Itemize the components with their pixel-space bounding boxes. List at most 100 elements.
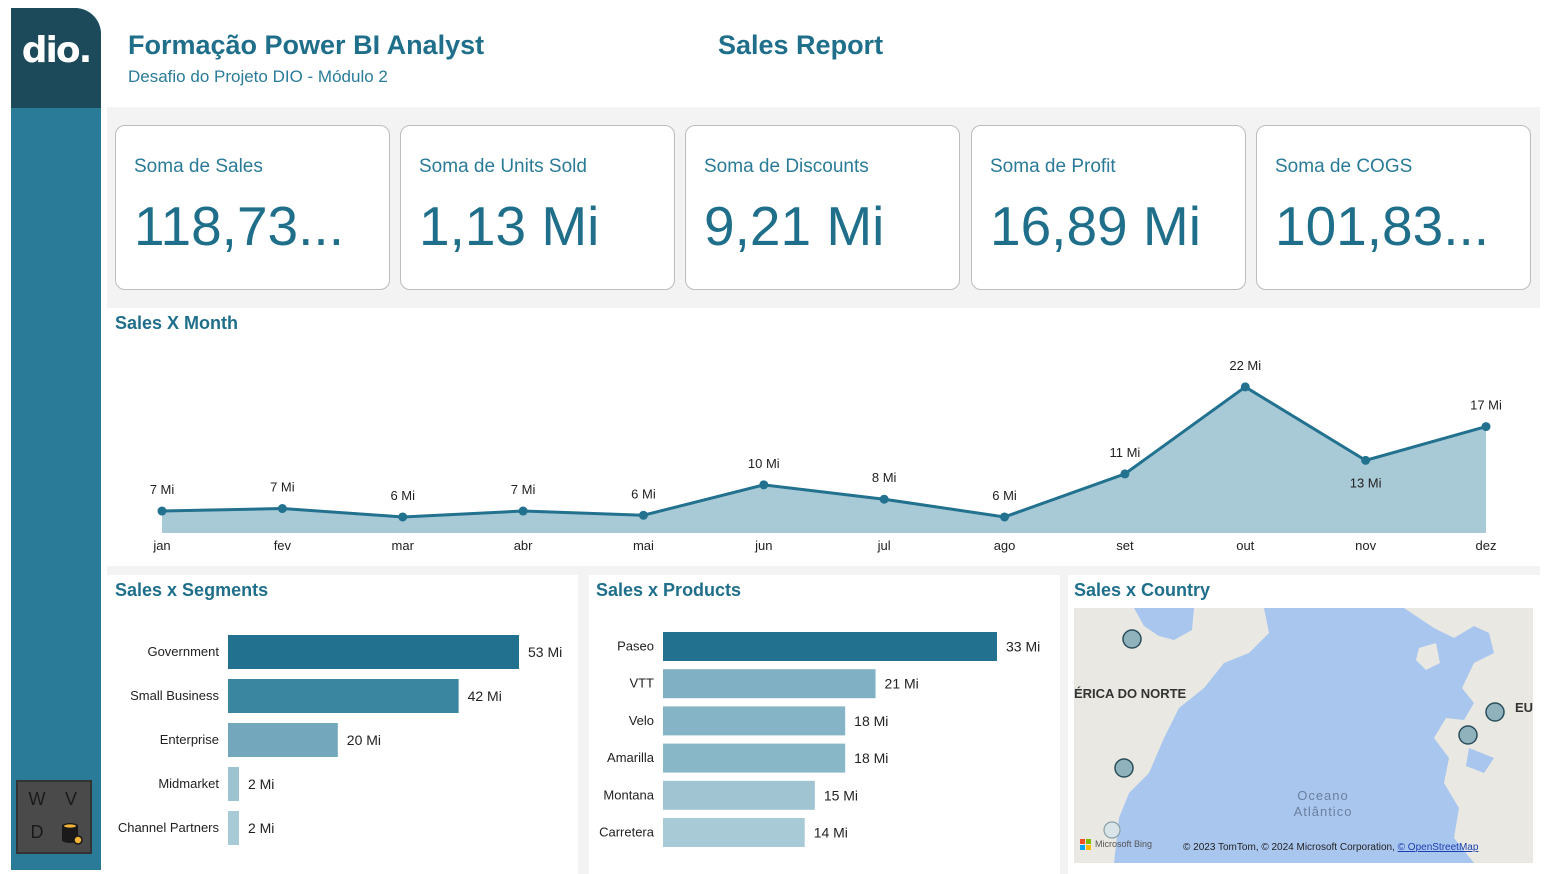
database-icon [55,817,87,850]
data-point [157,506,167,516]
bar [663,780,815,810]
category-label: Velo [629,713,654,728]
bar [228,679,459,713]
page-subtitle: Desafio do Projeto DIO - Módulo 2 [128,67,388,86]
data-label: 10 Mi [748,456,780,471]
data-label: 6 Mi [992,488,1017,503]
kpi-value: 1,13 Mi [419,195,600,257]
x-tick-label: nov [1355,538,1376,553]
category-label: Channel Partners [118,820,220,835]
kpi-label: Soma de COGS [1275,156,1413,177]
x-tick-label: dez [1476,538,1497,553]
data-point [638,510,648,520]
bar [228,767,239,801]
bar [663,706,846,736]
badge-letter-d: D [30,822,44,843]
month-area-chart: 7 Mi jan 7 Mi fev 6 Mi mar 7 Mi abr 6 Mi mai 10 Mi… [150,358,1502,553]
value-label: 33 Mi [1006,639,1040,655]
country-map[interactable]: ÉRICA DO NORTE EU Oceano Atlântico Micro… [1074,608,1533,863]
kpi-card-sales[interactable]: Soma de Sales 118,73... [115,125,390,290]
segments-panel[interactable]: Sales x Segments Government 53 Mi Small Bu… [107,575,578,874]
map-copyright-text: © 2023 TomTom, © 2024 Microsoft Corporat… [1183,842,1395,853]
kpi-card-cogs[interactable]: Soma de COGS 101,83... [1256,125,1531,290]
bar [663,632,997,661]
bar [663,818,805,847]
map-label-ocean-line1: Oceano [1297,788,1349,803]
data-label: 6 Mi [390,488,415,503]
map-copyright: © 2023 TomTom, © 2024 Microsoft Corporat… [1183,842,1478,853]
segments-bar-chart: Government 53 Mi Small Business 42 Mi Enterp… [118,635,562,845]
value-label: 21 Mi [885,676,919,692]
data-label: 22 Mi [1229,358,1261,373]
value-label: 18 Mi [854,713,888,729]
x-tick-label: abr [514,538,533,553]
data-point [1481,422,1491,432]
value-label: 2 Mi [248,820,274,836]
kpi-card-discounts[interactable]: Soma de Discounts 9,21 Mi [685,125,960,290]
kpi-card-units-sold[interactable]: Soma de Units Sold 1,13 Mi [400,125,675,290]
category-label: VTT [629,676,654,691]
kpi-card-profit[interactable]: Soma de Profit 16,89 Mi [971,125,1246,290]
x-tick-label: jul [877,538,891,553]
value-label: 2 Mi [248,776,274,792]
map-label-ocean-line2: Atlântico [1293,804,1353,819]
badge-letter-v: V [64,789,77,810]
x-tick-label: mai [633,538,654,553]
bar [228,723,338,757]
data-label: 6 Mi [631,486,656,501]
x-tick-label: jan [152,538,170,553]
category-label: Carretera [599,825,655,840]
x-tick-label: out [1236,538,1254,553]
products-bar-chart: Paseo 33 Mi VTT 21 Mi Velo 18 Mi Amarilla 18 Mi… [599,632,1040,847]
data-point [1361,455,1371,465]
bar [663,743,846,773]
value-label: 53 Mi [528,644,562,660]
category-label: Midmarket [158,776,219,791]
category-label: Enterprise [160,732,219,747]
data-label: 13 Mi [1350,475,1382,490]
data-label: 7 Mi [150,482,175,497]
x-tick-label: mar [392,538,415,553]
value-label: 20 Mi [347,732,381,748]
kpi-label: Soma de Sales [134,156,263,177]
database-glyph-icon [62,822,83,845]
wvd-badge-icon: W V D [16,780,92,854]
page-title: Formação Power BI Analyst [128,30,485,60]
bar [228,811,239,845]
kpi-label: Soma de Units Sold [419,156,587,177]
kpi-value: 101,83... [1275,195,1490,257]
sidebar: dio. [11,8,101,870]
map-canvas [1074,608,1533,863]
data-point [518,506,528,516]
data-point [879,494,889,504]
x-tick-label: jun [754,538,772,553]
bing-attribution: Microsoft Bing [1095,839,1153,849]
badge-cell-d: D [21,817,53,850]
category-label: Amarilla [607,750,655,765]
category-label: Paseo [617,639,654,654]
data-point [759,480,769,490]
openstreetmap-link[interactable]: © OpenStreetMap [1398,842,1479,853]
month-panel[interactable]: Sales X Month 7 Mi jan 7 Mi fev 6 Mi mar 7 Mi a… [107,308,1540,566]
country-panel[interactable]: Sales x Country ÉRICA DO NORTE EU Oceano… [1068,575,1540,874]
map-label-ocean: Oceano Atlântico [1286,788,1360,820]
value-label: 42 Mi [468,688,502,704]
x-tick-label: ago [994,538,1016,553]
data-point [398,512,408,522]
sales-area [162,386,1486,533]
kpi-label: Soma de Discounts [704,156,869,177]
logo-block: dio. [11,8,101,108]
x-tick-label: set [1116,538,1134,553]
data-point [1240,382,1250,392]
value-label: 14 Mi [814,825,848,841]
data-point [277,504,287,514]
category-label: Montana [603,787,654,802]
products-panel[interactable]: Sales x Products Paseo 33 Mi VTT 21 Mi Velo 1… [589,575,1060,874]
value-label: 15 Mi [824,787,858,803]
map-label-europe: EU [1515,700,1533,715]
kpi-value: 9,21 Mi [704,195,885,257]
data-label: 7 Mi [270,480,295,495]
data-label: 8 Mi [872,470,897,485]
kpi-value: 118,73... [134,195,344,257]
kpi-value: 16,89 Mi [990,195,1201,257]
